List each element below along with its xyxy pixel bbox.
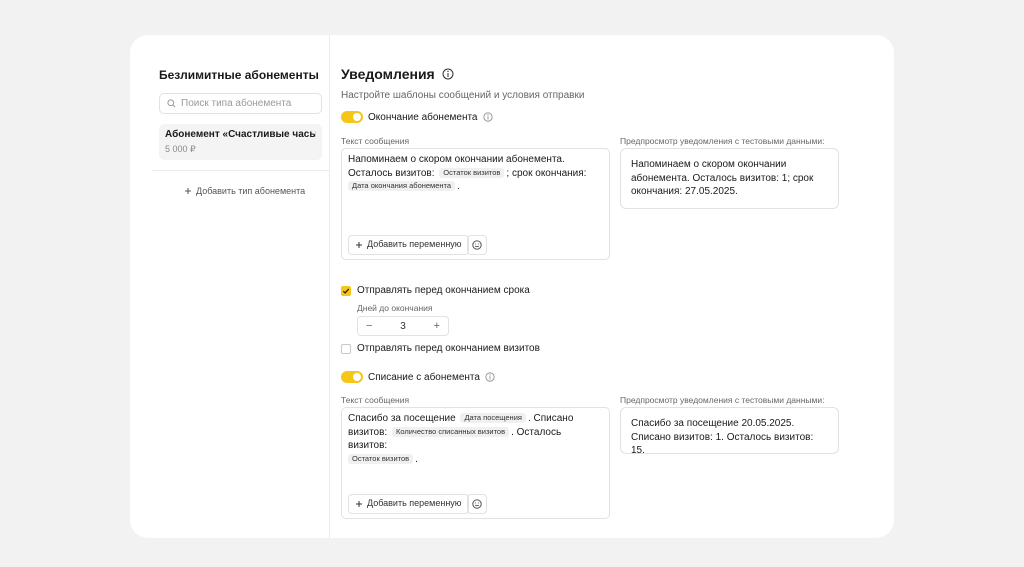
sidebar-item-name: Абонемент «Счастливые часы» bbox=[165, 129, 316, 140]
emoji-button[interactable] bbox=[467, 494, 487, 514]
days-label: Дней до окончания bbox=[357, 303, 433, 313]
info-icon[interactable] bbox=[482, 112, 493, 122]
add-variable-label: Добавить переменную bbox=[367, 498, 462, 509]
plus-icon bbox=[356, 242, 362, 248]
variable-tag[interactable]: Остаток визитов bbox=[439, 167, 505, 178]
before-end-checkbox[interactable] bbox=[341, 285, 351, 296]
sidebar-item-price: 5 000 ₽ bbox=[165, 144, 196, 154]
search-placeholder: Поиск типа абонемента bbox=[181, 98, 292, 109]
message-label: Текст сообщения bbox=[341, 136, 410, 146]
plus-icon bbox=[356, 501, 362, 507]
preview-text: Спасибо за посещение 20.05.2025. Списано… bbox=[631, 418, 814, 456]
add-variable-label: Добавить переменную bbox=[367, 239, 462, 250]
variable-tag[interactable]: Остаток визитов bbox=[348, 453, 414, 464]
info-icon[interactable] bbox=[485, 372, 495, 382]
add-type-label: Добавить тип абонемента bbox=[196, 186, 306, 196]
preview-box: Спасибо за посещение 20.05.2025. Списано… bbox=[620, 407, 839, 456]
emoji-button[interactable] bbox=[467, 235, 487, 255]
before-visits-option: Отправлять перед окончанием визитов bbox=[341, 343, 540, 354]
before-end-label: Отправлять перед окончанием срока bbox=[357, 285, 530, 296]
days-value: 3 bbox=[400, 320, 406, 332]
message-editor[interactable]: Спасибо за посещение Дата посещения. Спи… bbox=[341, 407, 610, 519]
message-fragment: Спасибо за посещение bbox=[348, 413, 456, 424]
add-variable-button[interactable]: Добавить переменную bbox=[348, 494, 469, 514]
end-toggle-label: Окончание абонемента bbox=[368, 111, 478, 123]
preview-box: Напоминаем о скором окончании абонемента… bbox=[620, 148, 839, 209]
before-visits-label: Отправлять перед окончанием визитов bbox=[357, 343, 540, 354]
end-toggle-row: Окончание абонемента bbox=[341, 111, 493, 123]
before-end-option: Отправлять перед окончанием срока bbox=[341, 285, 530, 296]
message-label: Текст сообщения bbox=[341, 395, 410, 405]
divider bbox=[152, 170, 330, 171]
message-fragment: . bbox=[415, 453, 418, 465]
page-title-text: Уведомления bbox=[341, 66, 435, 82]
days-stepper[interactable]: − 3 + bbox=[357, 316, 449, 336]
settings-card: Безлимитные абонементы Поиск типа абонем… bbox=[130, 35, 894, 538]
sidebar: Безлимитные абонементы Поиск типа абонем… bbox=[130, 35, 330, 538]
preview-label: Предпросмотр уведомления с тестовыми дан… bbox=[620, 136, 825, 146]
message-editor[interactable]: Напоминаем о скором окончании абонемента… bbox=[341, 148, 610, 260]
variable-tag[interactable]: Количество списанных визитов bbox=[391, 426, 510, 437]
sidebar-title: Безлимитные абонементы bbox=[159, 68, 319, 82]
preview-label: Предпросмотр уведомления с тестовыми дан… bbox=[620, 395, 825, 405]
search-icon bbox=[167, 99, 176, 108]
sidebar-item[interactable]: Абонемент «Счастливые часы» 5 000 ₽ bbox=[159, 124, 322, 160]
writeoff-toggle-label: Списание с абонемента bbox=[368, 371, 480, 383]
search-input[interactable]: Поиск типа абонемента bbox=[159, 93, 322, 114]
message-fragment: ; срок окончания: bbox=[506, 167, 587, 179]
writeoff-toggle-row: Списание с абонемента bbox=[341, 371, 495, 383]
plus-icon[interactable]: + bbox=[434, 320, 440, 332]
variable-tag[interactable]: Дата посещения bbox=[460, 413, 526, 423]
add-type-button[interactable]: Добавить тип абонемента bbox=[184, 186, 305, 196]
preview-text: Напоминаем о скором окончании абонемента… bbox=[631, 159, 814, 197]
add-variable-button[interactable]: Добавить переменную bbox=[348, 235, 469, 255]
message-fragment: . bbox=[457, 181, 460, 192]
variable-tag[interactable]: Дата окончания абонемента bbox=[348, 181, 456, 191]
message-line: Напоминаем о скором окончании абонемента… bbox=[348, 154, 565, 165]
writeoff-toggle[interactable] bbox=[341, 371, 363, 383]
message-text: Напоминаем о скором окончании абонемента… bbox=[348, 153, 603, 194]
message-fragment: Осталось визитов: bbox=[348, 167, 435, 179]
check-icon bbox=[342, 288, 350, 294]
smile-icon bbox=[472, 240, 482, 250]
plus-icon bbox=[185, 188, 191, 194]
end-toggle[interactable] bbox=[341, 111, 363, 123]
page-title: Уведомления bbox=[341, 66, 454, 82]
smile-icon bbox=[472, 499, 482, 509]
page-subtitle: Настройте шаблоны сообщений и условия от… bbox=[341, 90, 585, 101]
before-visits-checkbox[interactable] bbox=[341, 343, 351, 354]
message-text: Спасибо за посещение Дата посещения. Спи… bbox=[348, 412, 603, 466]
info-icon[interactable] bbox=[442, 68, 454, 80]
minus-icon[interactable]: − bbox=[366, 320, 372, 332]
